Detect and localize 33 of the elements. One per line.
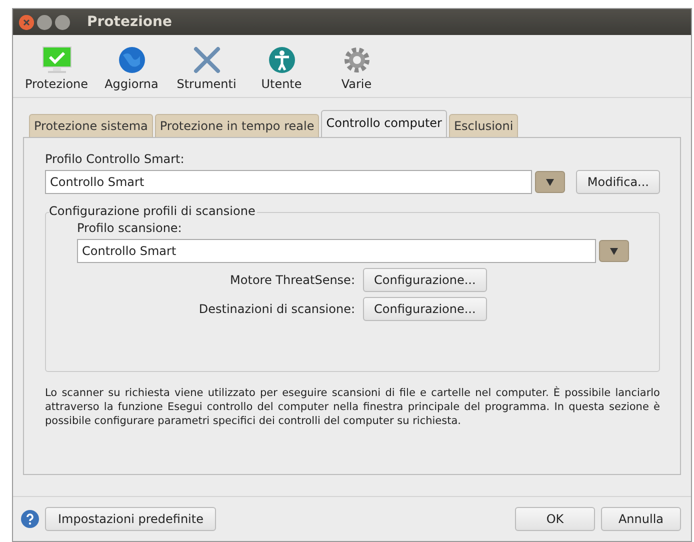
setting-label: Motore ThreatSense: — [229, 273, 355, 287]
toolbar-button[interactable]: Utente — [244, 45, 319, 91]
toolbar-button[interactable]: Strumenti — [169, 45, 244, 91]
tab[interactable]: Protezione sistema — [29, 114, 153, 137]
dropdown-button[interactable] — [599, 240, 629, 262]
help-icon[interactable] — [21, 510, 39, 528]
setting-label: Destinazioni di scansione: — [198, 302, 355, 316]
toolbar-button[interactable]: Aggiorna — [94, 45, 169, 91]
tab[interactable]: Controllo computer — [321, 110, 447, 137]
close-icon[interactable] — [19, 14, 34, 30]
tab[interactable]: Protezione in tempo reale — [154, 114, 320, 137]
edit-button[interactable]: Modifica... — [576, 170, 660, 194]
caret-icon — [610, 248, 618, 254]
toolbar-button[interactable]: Varie — [319, 45, 394, 91]
monitor-icon — [40, 45, 74, 75]
field-label: Profilo scansione: — [77, 221, 182, 235]
cancel-button[interactable]: Annulla — [601, 507, 681, 531]
description-text: Lo scanner su richiesta viene utilizzato per eseguire scansioni di file e cartelle nel computer. È possibile lanciarlo attraverso la funzione Esegui controllo del computer nella finestra principale del programma. In questa sezione è possibile configurare parametri specifici dei controlli del computer su richiesta. — [45, 386, 660, 428]
dropdown-field[interactable]: Controllo Smart — [77, 239, 596, 263]
tab[interactable]: Esclusioni — [448, 114, 518, 137]
defaults-button[interactable]: Impostazioni predefinite — [45, 507, 216, 531]
maximize-icon[interactable] — [55, 14, 70, 30]
field-label: Profilo Controllo Smart: — [45, 152, 184, 166]
configure-button[interactable]: Configurazione... — [363, 297, 487, 321]
caret-icon — [546, 178, 554, 186]
ok-button[interactable]: OK — [515, 507, 595, 531]
dropdown-button[interactable] — [535, 171, 566, 193]
dropdown-field[interactable]: Controllo Smart — [45, 170, 532, 194]
configure-button[interactable]: Configurazione... — [363, 268, 487, 292]
toolbar-button[interactable]: Protezione — [19, 45, 94, 91]
minimize-icon[interactable] — [37, 14, 52, 30]
group-title: Configurazione profili di scansione — [49, 204, 258, 218]
window-title: Protezione — [87, 14, 172, 30]
